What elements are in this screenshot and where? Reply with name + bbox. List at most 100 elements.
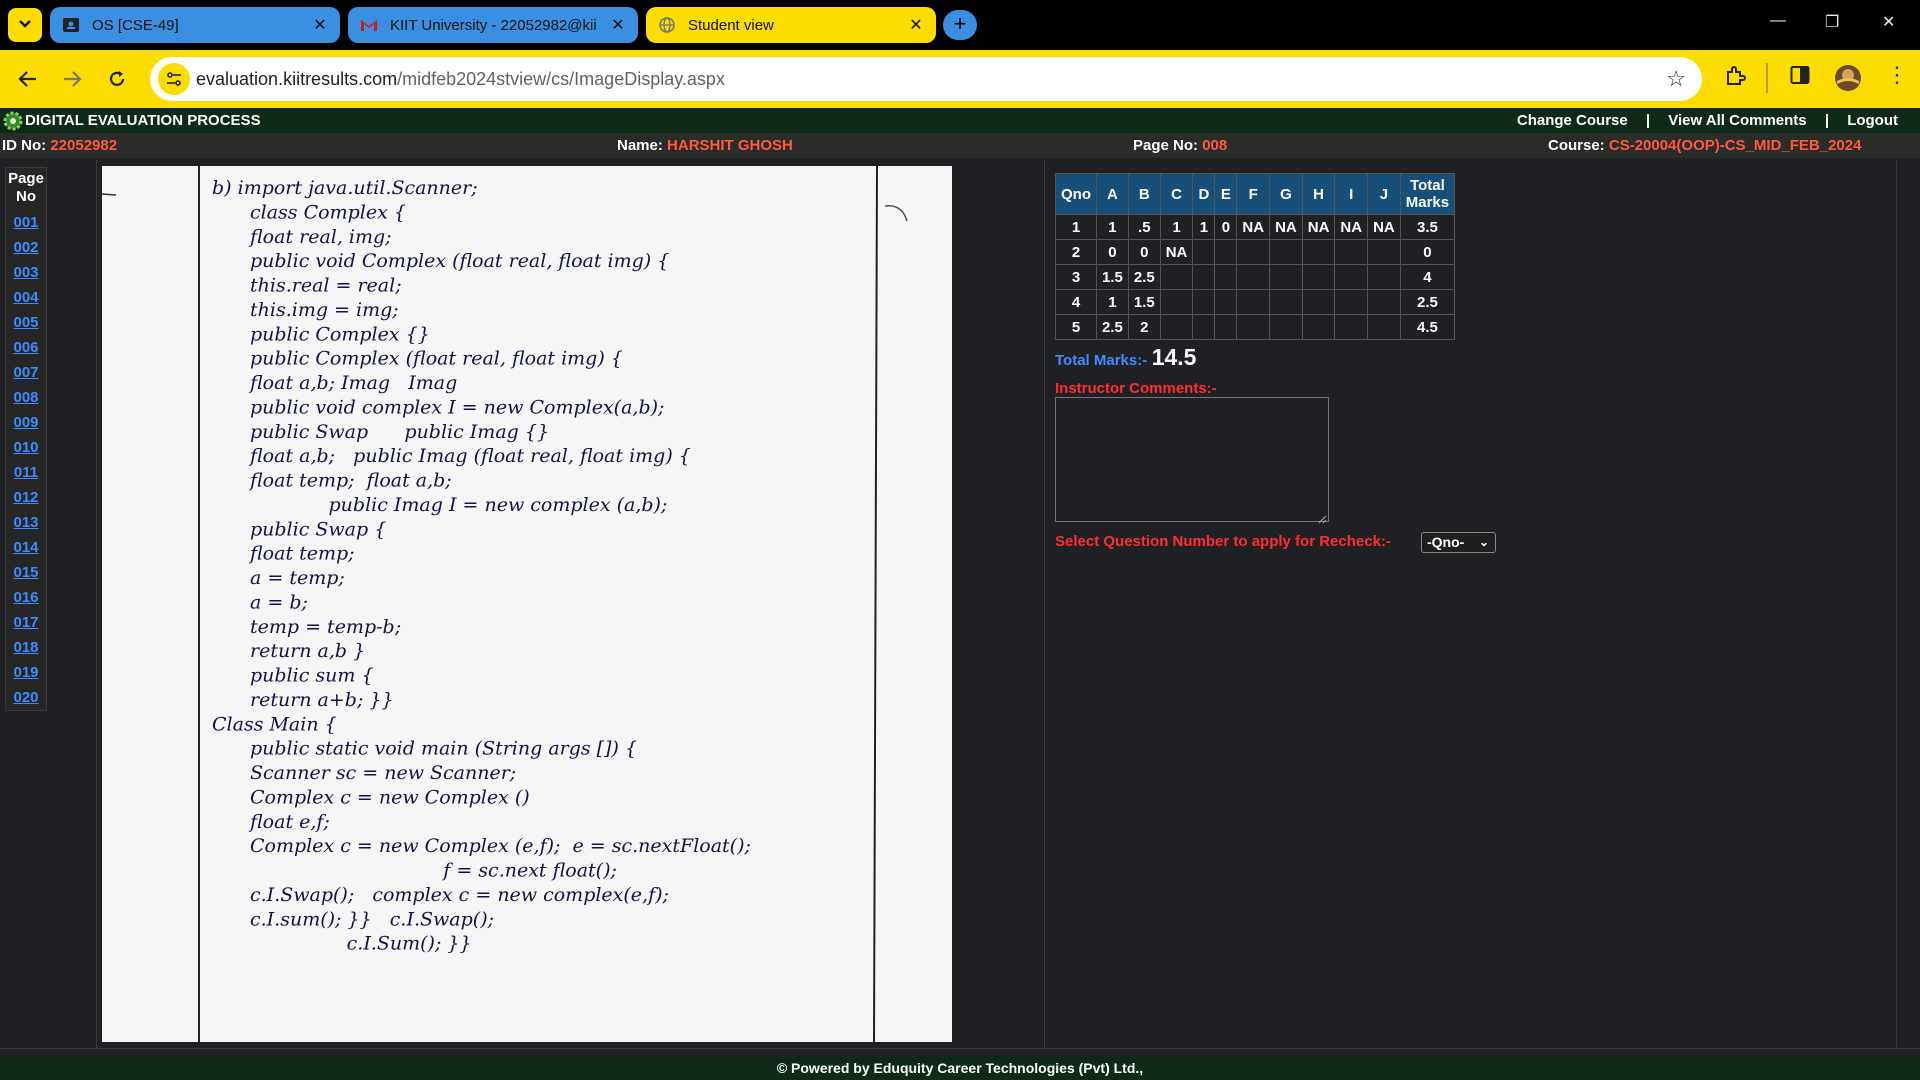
tab-os[interactable]: OS [CSE-49] ✕ [50,7,340,43]
address-bar[interactable]: evaluation.kiitresults.com/midfeb2024stv… [150,57,1702,101]
close-window-icon[interactable]: ✕ [1882,12,1895,32]
total-marks: Total Marks:- 14.5 [1055,344,1196,371]
side-panel-icon[interactable] [1790,65,1810,91]
resize-grip-icon[interactable] [1318,511,1327,524]
handwritten-line: float a,b; Imag Imag [248,372,457,394]
new-tab-button[interactable]: + [943,10,977,40]
mark-cell [1301,314,1336,340]
close-tab-icon[interactable]: ✕ [608,15,628,35]
page-link[interactable]: 006 [6,335,46,360]
recheck-label: Select Question Number to apply for Rech… [1055,533,1391,550]
page-link[interactable]: 003 [6,260,46,285]
footer-divider [0,1048,1920,1049]
page-link[interactable]: 015 [6,560,46,585]
total-cell: 2.5 [1399,289,1456,315]
close-tab-icon[interactable]: ✕ [310,15,330,35]
col-header: J [1367,173,1401,215]
page-link[interactable]: 008 [6,385,46,410]
page-link[interactable]: 020 [6,685,46,710]
page-link[interactable]: 002 [6,235,46,260]
site-info-icon[interactable] [158,63,190,95]
header-separator: | [1824,112,1830,129]
handwritten-line: float temp; [248,543,355,565]
view-all-comments-link[interactable]: View All Comments [1668,112,1806,129]
total-cell: 4.5 [1399,314,1456,340]
back-icon[interactable] [14,65,42,93]
mark-cell: NA [1367,214,1401,240]
page-link[interactable]: 016 [6,585,46,610]
tab-search-button[interactable] [8,8,42,42]
mark-cell: NA [1159,239,1194,265]
page-link[interactable]: 010 [6,435,46,460]
page-link[interactable]: 014 [6,535,46,560]
page-link[interactable]: 009 [6,410,46,435]
answer-sheet-scan: b) import java.util.Scanner;class Comple… [102,166,908,1042]
page-link[interactable]: 001 [6,210,46,235]
handwritten-line: public void Complex (float real, float i… [250,250,669,272]
logout-link[interactable]: Logout [1847,112,1898,129]
handwritten-line: this.img = img; [250,299,399,321]
mark-cell [1236,239,1271,265]
profile-avatar-icon[interactable] [1834,64,1862,98]
page-label: Page No: [1133,137,1199,154]
page-link[interactable]: 007 [6,360,46,385]
handwritten-line: public void complex I = new Complex(a,b)… [250,396,664,418]
mark-cell: 2.5 [1096,314,1129,340]
page-link[interactable]: 019 [6,660,46,685]
footer: © Powered by Eduquity Career Technologie… [0,1057,1920,1080]
close-tab-icon[interactable]: ✕ [906,15,926,35]
change-course-link[interactable]: Change Course [1517,112,1628,129]
col-header: G [1269,173,1303,215]
mark-cell [1301,289,1336,315]
col-header: B [1127,173,1161,215]
qno-cell: 5 [1055,314,1097,340]
handwritten-line: public Complex (float real, float img) { [250,348,623,370]
mark-cell: 2 [1127,314,1161,340]
page-link[interactable]: 013 [6,510,46,535]
forward-icon[interactable] [58,65,86,93]
col-header: I [1334,173,1369,215]
mark-cell [1367,239,1401,265]
mark-cell: .5 [1127,214,1161,240]
handwritten-line: return a+b; }} [250,689,394,711]
restore-icon[interactable]: ❐ [1825,12,1839,32]
course-field: Course: CS-20004(OOP)-CS_MID_FEB_2024 [1548,137,1861,154]
tab-kiit-mail[interactable]: KIIT University - 22052982@kii ✕ [348,7,638,43]
instructor-comments-box[interactable] [1055,397,1329,522]
page-link[interactable]: 018 [6,635,46,660]
page-link[interactable]: 012 [6,485,46,510]
page-navigation: Page No 001 002 003 004 005 006 007 008 … [5,167,47,711]
page-value: 008 [1202,137,1228,154]
mark-cell [1236,314,1271,340]
column-divider [96,160,97,1048]
mark-cell [1192,264,1216,290]
page-link[interactable]: 011 [6,460,46,485]
page-link[interactable]: 017 [6,610,46,635]
reload-icon[interactable] [103,65,131,93]
id-field: ID No: 22052982 [2,137,117,154]
bookmark-star-icon[interactable]: ☆ [1666,66,1686,92]
marks-table-body: 1 1.5 1 1 0 NA NA NA NA NA 3.5 2 0 0 NA 0 3 1.5 2.5 4 4 1 1.5 2… [1055,214,1456,340]
minimize-icon[interactable]: — [1770,12,1786,30]
question-number-select[interactable]: -Qno- ⌄ [1421,532,1496,553]
mark-cell: 1 [1096,289,1129,315]
handwritten-line: Scanner sc = new Scanner; [250,762,516,784]
tab-student-view[interactable]: Student view ✕ [646,7,936,43]
gmail-icon [360,16,378,34]
mark-cell [1214,264,1238,290]
extensions-icon[interactable] [1724,65,1746,93]
marks-row: 3 1.5 2.5 4 [1055,264,1456,290]
handwritten-line: float temp; float a,b; [248,470,452,492]
qno-cell: 1 [1055,214,1097,240]
page-link[interactable]: 005 [6,310,46,335]
menu-icon[interactable]: ⋮ [1886,62,1908,88]
mark-cell [1269,289,1303,315]
question-select-value: -Qno- [1427,534,1465,550]
handwritten-line: f = sc.next float(); [250,860,617,882]
mark-cell: 1.5 [1096,264,1129,290]
col-header: A [1096,173,1129,215]
handwritten-line: float real, img; [248,226,392,248]
page-link[interactable]: 004 [6,285,46,310]
student-info-bar: ID No: 22052982 Name: HARSHIT GHOSH Page… [0,133,1920,158]
handwritten-line: Complex c = new Complex (e,f); e = sc.ne… [250,835,751,857]
